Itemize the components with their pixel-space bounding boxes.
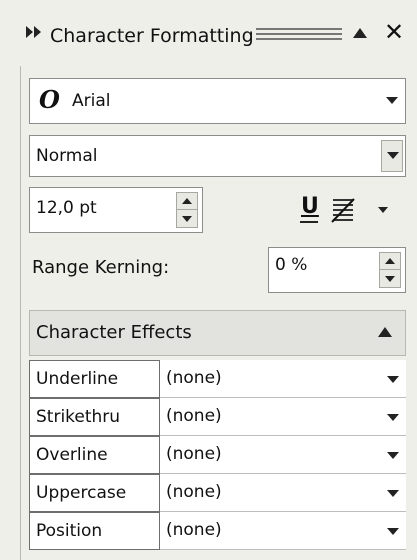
chevron-down-icon[interactable]: [381, 81, 403, 121]
font-style-combo[interactable]: Normal: [29, 135, 406, 177]
font-family-combo[interactable]: O Arial: [29, 78, 406, 124]
docker-title-bar: Character Formatting ✕: [0, 0, 417, 66]
effect-row-strikethru: Strikethru (none): [29, 398, 406, 436]
triangle-up-icon[interactable]: [352, 26, 368, 40]
effect-position-combo[interactable]: (none): [160, 512, 406, 550]
chevron-down-icon[interactable]: [382, 516, 404, 546]
effect-label-cell: Position: [29, 512, 160, 550]
font-family-value: Arial: [72, 91, 111, 111]
effect-strikethru-combo[interactable]: (none): [160, 398, 406, 436]
chevron-down-icon[interactable]: [382, 478, 404, 508]
strikethrough-button[interactable]: [331, 195, 391, 225]
font-style-value: Normal: [36, 146, 98, 166]
character-effects-title: Character Effects: [36, 322, 192, 343]
effect-value: (none): [166, 406, 222, 426]
font-size-value: 12,0 pt: [36, 198, 97, 218]
chevron-down-icon[interactable]: [375, 195, 391, 225]
close-icon[interactable]: ✕: [384, 18, 404, 46]
underline-button[interactable]: U: [297, 195, 321, 225]
effect-row-overline: Overline (none): [29, 436, 406, 474]
effect-value: (none): [166, 520, 222, 540]
docker-edge: [20, 64, 21, 560]
effect-uppercase-combo[interactable]: (none): [160, 474, 406, 512]
chevron-down-icon[interactable]: [381, 140, 403, 172]
effect-overline-combo[interactable]: (none): [160, 436, 406, 474]
drag-grip[interactable]: [256, 28, 342, 40]
effect-label: Uppercase: [36, 483, 127, 503]
effect-row-underline: Underline (none): [29, 360, 406, 398]
font-size-spinner[interactable]: [176, 192, 198, 228]
effect-label: Overline: [36, 445, 108, 465]
spin-up-icon[interactable]: [380, 253, 400, 270]
effect-label: Strikethru: [36, 407, 121, 427]
spin-down-icon[interactable]: [177, 210, 197, 227]
effect-label-cell: Uppercase: [29, 474, 160, 512]
strikethrough-icon: [331, 198, 355, 223]
docker-title: Character Formatting: [50, 25, 254, 47]
range-kerning-field[interactable]: 0 %: [268, 247, 406, 293]
effect-row-uppercase: Uppercase (none): [29, 474, 406, 512]
effect-value: (none): [166, 482, 222, 502]
effect-label-cell: Overline: [29, 436, 160, 474]
effect-label: Position: [36, 521, 103, 541]
underline-icon-bar: [300, 221, 318, 223]
effect-label-cell: Strikethru: [29, 398, 160, 436]
triangle-up-icon[interactable]: [377, 325, 393, 339]
range-kerning-spinner[interactable]: [379, 252, 401, 288]
range-kerning-value: 0 %: [275, 255, 308, 275]
character-formatting-docker: Character Formatting ✕ O Arial Normal 12…: [0, 0, 417, 560]
font-type-icon: O: [39, 85, 60, 114]
chevron-down-icon[interactable]: [382, 440, 404, 470]
spin-down-icon[interactable]: [380, 270, 400, 287]
effect-value: (none): [166, 368, 222, 388]
chevron-down-icon[interactable]: [382, 364, 404, 394]
effect-row-position: Position (none): [29, 512, 406, 550]
effect-label: Underline: [36, 369, 119, 389]
range-kerning-label: Range Kerning:: [32, 257, 170, 278]
effect-label-cell: Underline: [29, 360, 160, 398]
spin-up-icon[interactable]: [177, 193, 197, 210]
effect-value: (none): [166, 444, 222, 464]
chevron-down-icon[interactable]: [382, 402, 404, 432]
effect-underline-combo[interactable]: (none): [160, 360, 406, 398]
double-right-arrow-icon[interactable]: [26, 26, 44, 38]
font-size-field[interactable]: 12,0 pt: [29, 187, 203, 233]
character-effects-header[interactable]: Character Effects: [29, 310, 406, 356]
underline-icon: U: [301, 194, 319, 219]
